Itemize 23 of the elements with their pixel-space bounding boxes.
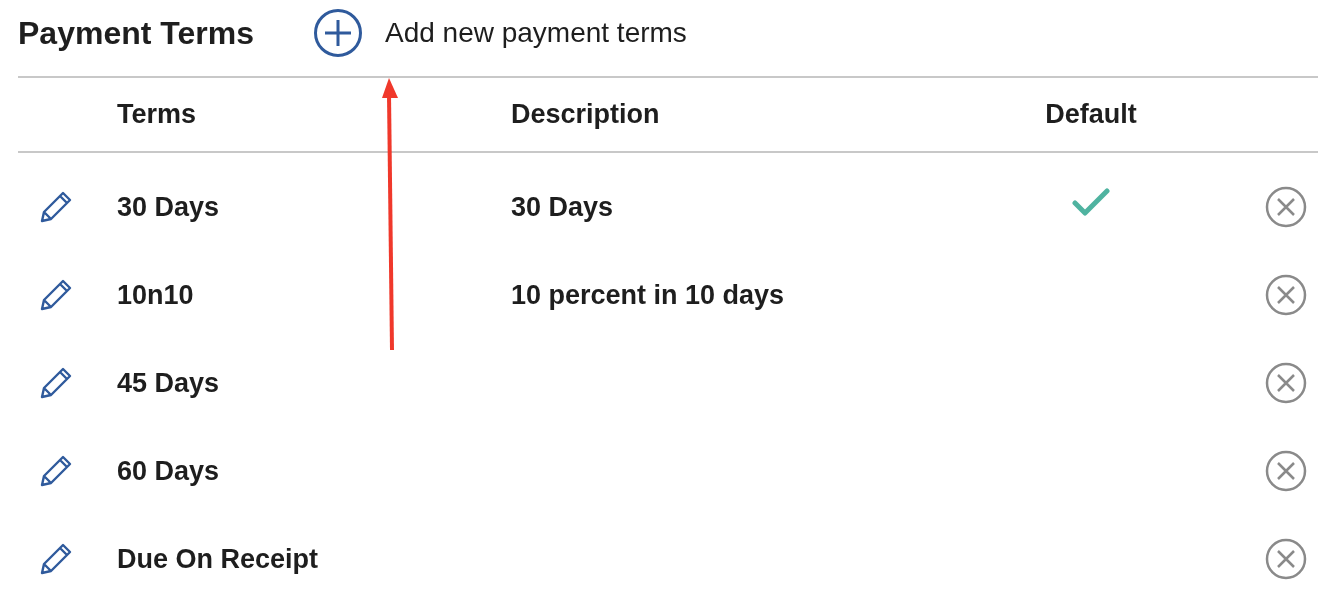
remove-icon[interactable]: [1265, 538, 1307, 580]
column-header: Default: [1044, 99, 1138, 130]
table-cell: 30 Days: [511, 191, 614, 222]
remove-icon[interactable]: [1265, 186, 1307, 228]
pencil-icon[interactable]: [38, 277, 74, 313]
remove-icon[interactable]: [1265, 362, 1307, 404]
pencil-icon[interactable]: [38, 453, 74, 489]
table-cell: 10 percent in 10 days: [511, 279, 785, 310]
remove-icon[interactable]: [1265, 274, 1307, 316]
table-cell: Due On Receipt: [117, 543, 319, 574]
add-terms-link[interactable]: Add new payment terms: [384, 17, 687, 49]
column-header: Terms: [117, 99, 198, 130]
pencil-icon[interactable]: [38, 541, 74, 577]
table-cell: 60 Days: [117, 455, 220, 486]
table-cell: 45 Days: [117, 367, 220, 398]
add-icon[interactable]: [312, 8, 363, 58]
column-header: Description: [511, 99, 661, 130]
remove-icon[interactable]: [1265, 450, 1307, 492]
pencil-icon[interactable]: [38, 189, 74, 225]
table-cell: 30 Days: [117, 191, 220, 222]
pencil-icon[interactable]: [38, 365, 74, 401]
page-title: Payment Terms: [18, 14, 254, 52]
table-cell: 10n10: [117, 279, 194, 310]
